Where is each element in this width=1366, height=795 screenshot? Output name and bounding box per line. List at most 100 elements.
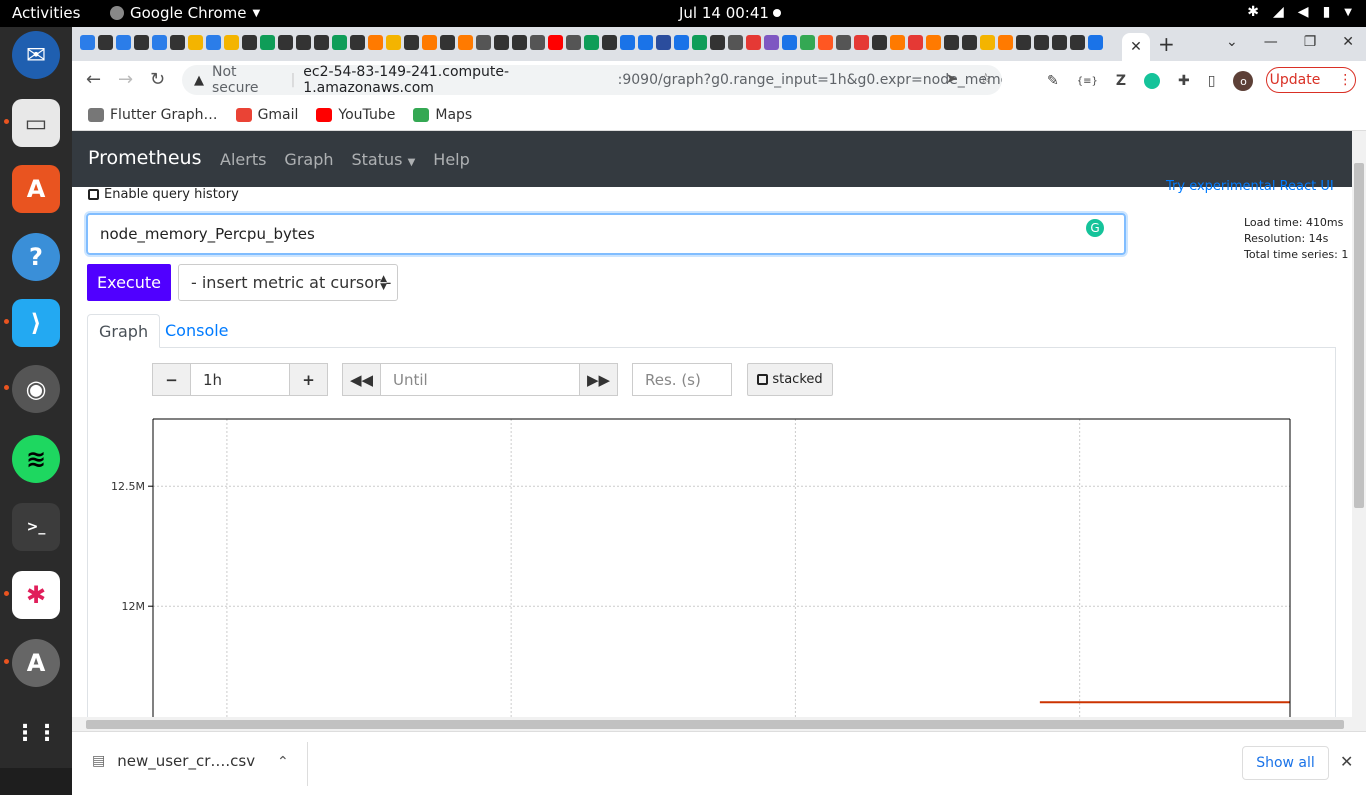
pinned-tab-icon[interactable] bbox=[746, 35, 761, 50]
until-input[interactable]: Until bbox=[380, 363, 580, 396]
forward-button[interactable]: → bbox=[118, 69, 133, 90]
url-path[interactable]: :9090/graph?g0.range_input=1h&g0.expr=no… bbox=[618, 72, 1002, 88]
range-decrease-button[interactable]: − bbox=[152, 363, 191, 396]
pinned-tab-icon[interactable] bbox=[368, 35, 383, 50]
pinned-tab-icon[interactable] bbox=[1016, 35, 1031, 50]
time-back-button[interactable]: ◀◀ bbox=[342, 363, 381, 396]
pinned-tab-icon[interactable] bbox=[710, 35, 725, 50]
terminal-icon[interactable]: >_ bbox=[12, 503, 60, 551]
pinned-tab-icon[interactable] bbox=[404, 35, 419, 50]
pinned-tab-icon[interactable] bbox=[692, 35, 707, 50]
pinned-tab-icon[interactable] bbox=[638, 35, 653, 50]
execute-button[interactable]: Execute bbox=[87, 264, 171, 301]
pinned-tab-icon[interactable] bbox=[1034, 35, 1049, 50]
show-all-button[interactable]: Show all bbox=[1242, 746, 1329, 780]
pinned-tab-icon[interactable] bbox=[872, 35, 887, 50]
address-bar[interactable]: ▲ Not secure | ec2-54-83-149-241.compute… bbox=[182, 64, 1002, 96]
vscode-icon[interactable]: ⟩ bbox=[12, 299, 60, 347]
reload-button[interactable]: ↻ bbox=[150, 69, 165, 90]
pinned-tab-icon[interactable] bbox=[350, 35, 365, 50]
url-host[interactable]: ec2-54-83-149-241.compute-1.amazonaws.co… bbox=[303, 64, 617, 96]
pinned-tab-icon[interactable] bbox=[494, 35, 509, 50]
tab-graph[interactable]: Graph bbox=[87, 314, 161, 348]
thunderbird-icon[interactable]: ✉ bbox=[12, 31, 60, 79]
app-center-icon[interactable]: A bbox=[12, 165, 60, 213]
spotify-icon[interactable]: ≋ bbox=[12, 435, 60, 483]
pinned-tab-icon[interactable] bbox=[854, 35, 869, 50]
pinned-tab-icon[interactable] bbox=[944, 35, 959, 50]
pinned-tab-icon[interactable] bbox=[458, 35, 473, 50]
grammarly-badge-icon[interactable]: G bbox=[1086, 219, 1104, 237]
stacked-checkbox[interactable] bbox=[757, 374, 769, 385]
show-apps-icon[interactable]: ⋮⋮ bbox=[12, 709, 60, 757]
active-tab-close-icon[interactable]: ✕ bbox=[1122, 33, 1150, 61]
pinned-tab-icon[interactable] bbox=[620, 35, 635, 50]
horizontal-scroll-thumb[interactable] bbox=[86, 720, 1344, 729]
bookmark-star-icon[interactable]: ☆ bbox=[979, 71, 992, 87]
query-history-checkbox[interactable] bbox=[88, 189, 99, 200]
app-menu[interactable]: Google Chrome ▼ bbox=[110, 4, 260, 22]
pinned-tab-icon[interactable] bbox=[332, 35, 347, 50]
pinned-tab-icon[interactable] bbox=[674, 35, 689, 50]
pinned-tab-icon[interactable] bbox=[296, 35, 311, 50]
download-item[interactable]: ▤ new_user_cr….csv bbox=[92, 752, 255, 770]
close-window-button[interactable]: ✕ bbox=[1342, 34, 1354, 50]
nav-alerts[interactable]: Alerts bbox=[220, 150, 266, 169]
pinned-tab-icon[interactable] bbox=[278, 35, 293, 50]
system-tray[interactable]: ✱ ◢ ◀ ▮ ▼ bbox=[1247, 4, 1352, 20]
pinned-tab-icon[interactable] bbox=[242, 35, 257, 50]
expression-input[interactable]: node_memory_Percpu_bytes G bbox=[86, 213, 1126, 255]
pinned-tab-icon[interactable] bbox=[116, 35, 131, 50]
nav-help[interactable]: Help bbox=[433, 150, 469, 169]
pinned-tab-icon[interactable] bbox=[584, 35, 599, 50]
app-store-icon[interactable]: A bbox=[12, 639, 60, 687]
pinned-tab-icon[interactable] bbox=[440, 35, 455, 50]
vertical-scroll-thumb[interactable] bbox=[1354, 163, 1364, 508]
pinned-tab-icon[interactable] bbox=[206, 35, 221, 50]
bookmark-item[interactable]: Flutter Graph… bbox=[88, 107, 218, 123]
pinned-tab-icon[interactable] bbox=[260, 35, 275, 50]
graph-chart[interactable]: 12.5M12M11.5M bbox=[102, 415, 1292, 717]
pinned-tab-icon[interactable] bbox=[188, 35, 203, 50]
pinned-tab-icon[interactable] bbox=[908, 35, 923, 50]
tab-search-icon[interactable]: ⌄ bbox=[1226, 34, 1238, 50]
help-icon[interactable]: ? bbox=[12, 233, 60, 281]
resolution-input[interactable]: Res. (s) bbox=[632, 363, 732, 396]
pinned-tab-icon[interactable] bbox=[314, 35, 329, 50]
pinned-tab-icon[interactable] bbox=[818, 35, 833, 50]
eyedropper-icon[interactable]: ✎ bbox=[1047, 73, 1059, 89]
range-input[interactable]: 1h bbox=[190, 363, 290, 396]
pinned-tab-icon[interactable] bbox=[1070, 35, 1085, 50]
pinned-tab-icon[interactable] bbox=[926, 35, 941, 50]
close-download-bar-icon[interactable]: ✕ bbox=[1340, 752, 1353, 771]
pinned-tab-icon[interactable] bbox=[566, 35, 581, 50]
pinned-tab-icon[interactable] bbox=[782, 35, 797, 50]
activities-button[interactable]: Activities bbox=[12, 4, 80, 22]
pinned-tab-icon[interactable] bbox=[800, 35, 815, 50]
pinned-tab-icon[interactable] bbox=[548, 35, 563, 50]
pinned-tab-icon[interactable] bbox=[224, 35, 239, 50]
send-icon[interactable]: ➤ bbox=[946, 71, 958, 87]
pinned-tab-icon[interactable] bbox=[962, 35, 977, 50]
sidepanel-icon[interactable]: ▯ bbox=[1208, 73, 1216, 89]
files-icon[interactable]: ▭ bbox=[12, 99, 60, 147]
pinned-tab-icon[interactable] bbox=[422, 35, 437, 50]
bookmark-item[interactable]: YouTube bbox=[316, 107, 395, 123]
pinned-tab-icon[interactable] bbox=[512, 35, 527, 50]
time-forward-button[interactable]: ▶▶ bbox=[579, 363, 618, 396]
stacked-toggle[interactable]: stacked bbox=[747, 363, 833, 396]
pinned-tab-icon[interactable] bbox=[1052, 35, 1067, 50]
pinned-tabs[interactable] bbox=[80, 35, 1103, 50]
pinned-tab-icon[interactable] bbox=[1088, 35, 1103, 50]
minimize-button[interactable]: — bbox=[1264, 34, 1278, 50]
range-increase-button[interactable]: + bbox=[289, 363, 328, 396]
grammarly-icon[interactable] bbox=[1144, 73, 1160, 89]
pinned-tab-icon[interactable] bbox=[602, 35, 617, 50]
pinned-tab-icon[interactable] bbox=[728, 35, 743, 50]
pinned-tab-icon[interactable] bbox=[152, 35, 167, 50]
bookmark-item[interactable]: Maps bbox=[413, 107, 472, 123]
query-history-toggle[interactable]: Enable query history bbox=[88, 187, 239, 202]
pinned-tab-icon[interactable] bbox=[656, 35, 671, 50]
back-button[interactable]: ← bbox=[86, 69, 101, 90]
pinned-tab-icon[interactable] bbox=[764, 35, 779, 50]
